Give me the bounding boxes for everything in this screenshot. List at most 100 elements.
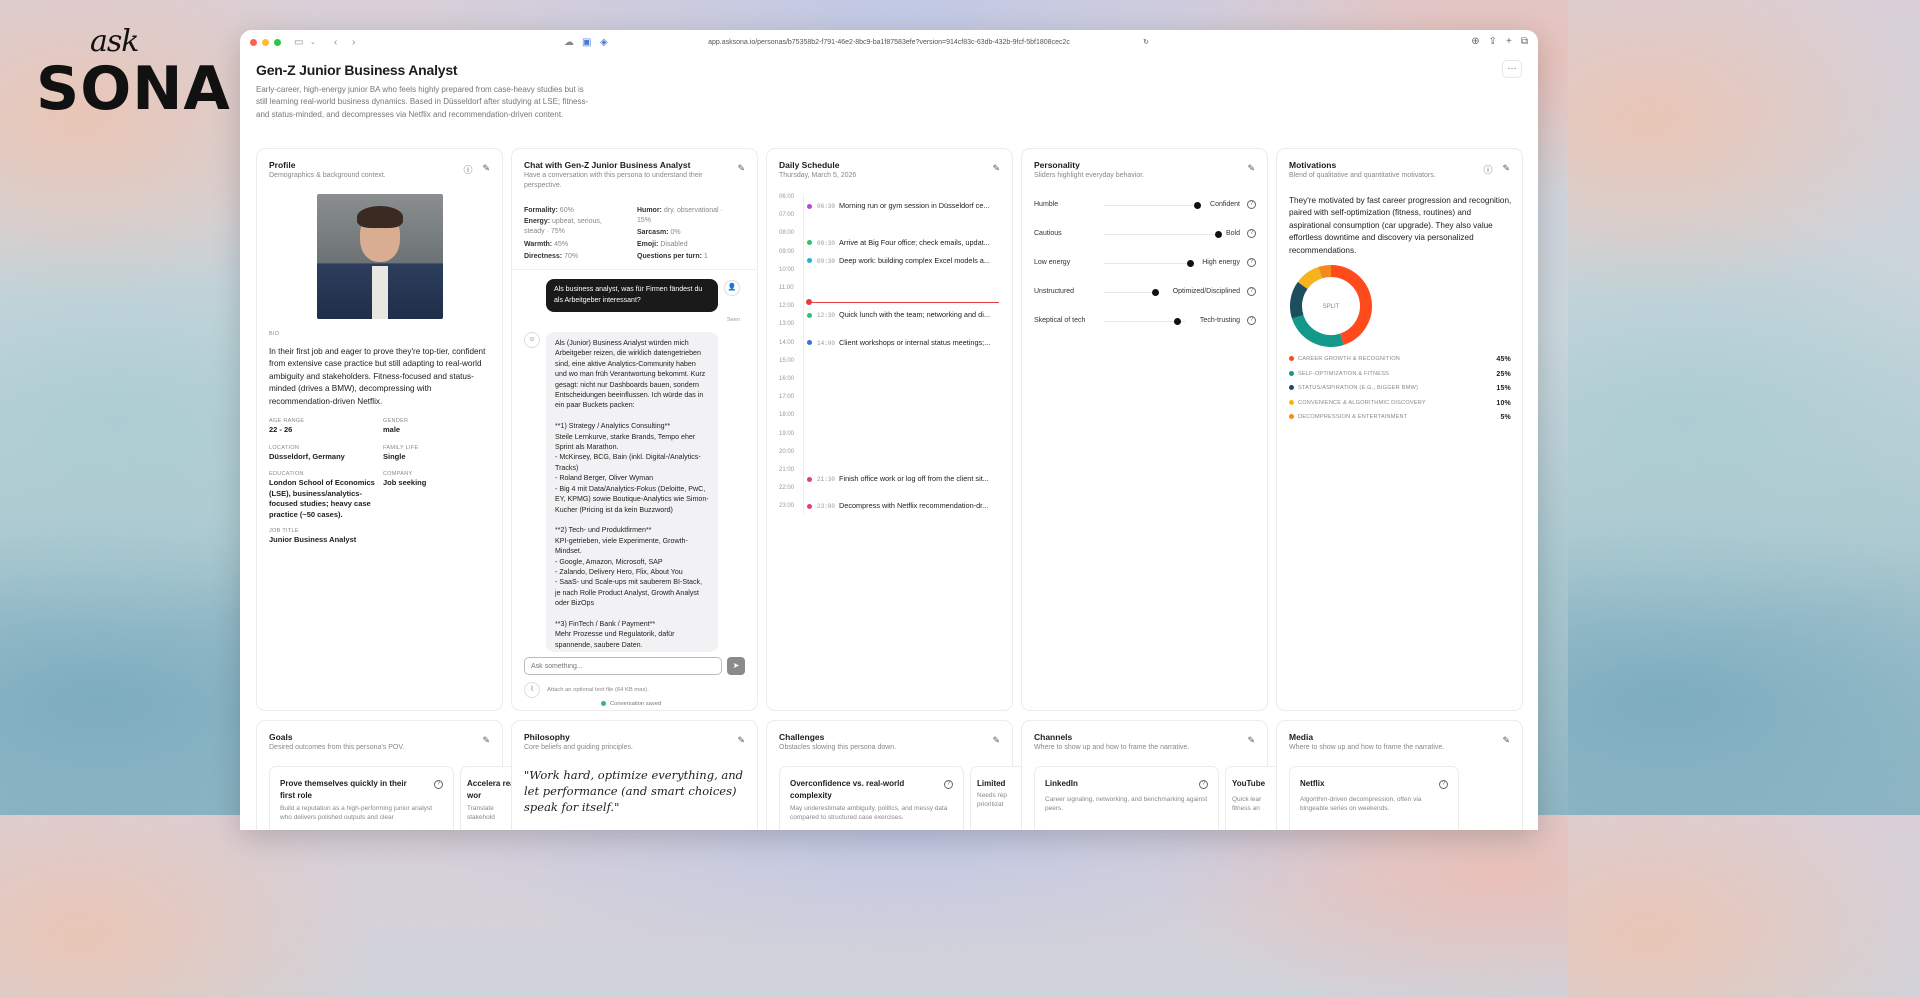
schedule-event[interactable]: 08:30 Arrive at Big Four office; check em… [807,238,1007,247]
extension-icon[interactable]: ▣ [582,36,591,50]
tabs-overview-icon[interactable]: ⧉ [1521,36,1528,47]
event-text: Arrive at Big Four office; check emails,… [839,237,990,247]
chevron-down-icon[interactable]: ⌄ [310,36,316,50]
help-icon[interactable]: ? [944,780,953,789]
card-subtitle: Have a conversation with this persona to… [524,172,703,189]
event-dot-icon [807,203,812,209]
edit-icon[interactable]: ✎ [1502,163,1510,176]
media-item[interactable]: Netflix ? Algorithm-driven decompression… [1289,766,1459,830]
slider-knob[interactable] [1152,289,1160,296]
slider-knob[interactable] [1193,202,1201,209]
personality-slider[interactable]: Cautious Bold? [1034,228,1256,240]
hour-label: 17:00 [779,394,795,401]
challenge-desc: Needs rep prioritizat [977,792,1007,808]
help-icon[interactable]: ? [1247,229,1256,238]
sidebar-toggle-icon[interactable]: ▭ [294,36,303,50]
reload-icon[interactable]: ↻ [1143,35,1149,51]
donut-slice [1297,267,1323,290]
card-title: Chat with Gen-Z Junior Business Analyst [524,160,691,170]
param-value: Disabled [660,241,688,248]
challenge-item[interactable]: Overconfidence vs. real-world complexity… [779,766,964,830]
goal-desc: Translate stakehold [467,805,495,821]
gender-label: GENDER [383,418,409,424]
persona-message: Als (Junior) Business Analyst würden mic… [546,332,718,652]
slider-track[interactable] [1104,263,1194,264]
slider-knob[interactable] [1174,318,1182,325]
motivations-text: They're motivated by fast career progres… [1289,196,1512,255]
personality-slider[interactable]: Humble Confident? [1034,199,1256,211]
help-icon[interactable]: ? [434,780,443,789]
hour-label: 07:00 [779,212,795,219]
close-window-button[interactable] [250,39,257,46]
help-icon[interactable]: ? [1247,287,1256,296]
slider-track[interactable] [1104,205,1201,206]
help-icon[interactable]: ⓘ [1483,163,1492,176]
schedule-event[interactable]: 21:30 Finish office work or log off from … [807,474,1007,483]
legend-percent: 15% [1496,385,1511,392]
edit-icon[interactable]: ✎ [1247,163,1255,174]
schedule-event[interactable]: 09:30 Deep work: building complex Excel m… [807,256,1007,265]
help-icon[interactable]: ? [1247,200,1256,209]
hour-label: 19:00 [779,430,795,437]
chat-input[interactable] [524,657,722,675]
paperclip-icon[interactable]: ⌇ [524,682,540,698]
hour-label: 12:00 [779,303,795,310]
hour-label: 21:00 [779,467,795,473]
download-icon[interactable]: ⊕ [1471,36,1479,47]
challenge-title: Overconfidence vs. real-world complexity [790,779,905,800]
channel-item[interactable]: LinkedIn ? Career signaling, networking,… [1034,766,1219,830]
slider-track[interactable] [1104,234,1220,235]
share-icon[interactable]: ⇪ [1489,36,1497,47]
help-icon[interactable]: ? [1247,258,1256,267]
more-options-button[interactable]: ··· [1502,60,1522,78]
goals-card: Goals Desired outcomes from this persona… [256,720,520,830]
edit-icon[interactable]: ✎ [992,163,1000,174]
help-icon[interactable]: ? [1247,316,1256,325]
send-button[interactable]: ➤ [727,657,745,675]
legend-dot-icon [1289,414,1294,420]
forward-icon[interactable]: › [352,36,355,50]
help-icon[interactable]: ⓘ [463,163,472,176]
edit-icon[interactable]: ✎ [1502,735,1510,746]
help-icon[interactable]: ? [1439,780,1448,789]
schedule-event[interactable]: 06:30 Morning run or gym session in Düsse… [807,201,1007,210]
edit-icon[interactable]: ✎ [737,163,745,174]
divider [512,269,757,270]
slider-knob[interactable] [1214,231,1222,238]
address-bar[interactable]: app.asksona.io/personas/b75358b2-f791-46… [625,35,1153,51]
schedule-event[interactable]: 12:30 Quick lunch with the team; networki… [807,310,1007,319]
event-time: 06:30 [817,203,836,211]
event-time: 12:30 [817,312,836,320]
personality-slider[interactable]: Low energy High energy? [1034,257,1256,269]
edit-icon[interactable]: ✎ [482,735,490,746]
event-text: Morning run or gym session in Düsseldorf… [839,201,990,211]
minimize-window-button[interactable] [262,39,269,46]
edit-icon[interactable]: ✎ [482,163,490,176]
help-icon[interactable]: ? [1199,780,1208,789]
schedule-event[interactable]: 14:00 Client workshops or internal status… [807,338,1007,347]
cloud-icon[interactable]: ☁ [564,36,574,50]
legend-item: STATUS/ASPIRATION (E.G., BIGGER BMW) 15% [1289,385,1511,392]
back-icon[interactable]: ‹ [334,36,337,50]
new-tab-icon[interactable]: + [1506,36,1512,47]
goal-item[interactable]: Prove themselves quickly in their first … [269,766,454,830]
edit-icon[interactable]: ✎ [1247,735,1255,746]
card-title: Daily Schedule [779,160,840,170]
edit-icon[interactable]: ✎ [737,735,745,746]
extension-icon-2[interactable]: ◈ [600,36,608,50]
edit-icon[interactable]: ✎ [992,735,1000,746]
card-title: Media [1289,732,1314,742]
schedule-event[interactable]: 23:00 Decompress with Netflix recommendat… [807,501,1007,510]
bio-label: BIO [269,331,280,337]
slider-left-label: Unstructured [1034,288,1075,295]
personality-slider[interactable]: Skeptical of tech Tech-trusting? [1034,315,1256,327]
slider-track[interactable] [1104,292,1157,293]
event-text: Client workshops or internal status meet… [839,337,991,347]
chat-card: Chat with Gen-Z Junior Business Analyst … [511,148,758,711]
zoom-window-button[interactable] [274,39,281,46]
param-label: Sarcasm: [637,229,669,236]
motivations-card: Motivations Blend of qualitative and qua… [1276,148,1523,711]
personality-slider[interactable]: Unstructured Optimized/Disciplined? [1034,286,1256,298]
slider-knob[interactable] [1187,260,1195,267]
user-message: Als business analyst, was für Firmen fän… [546,279,718,312]
